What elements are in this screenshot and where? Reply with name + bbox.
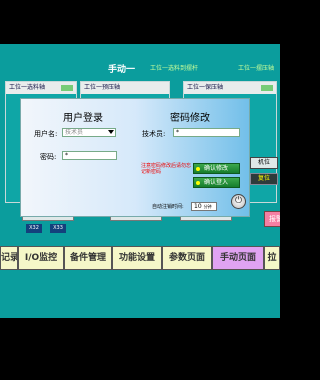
username-select[interactable]: 技术员 — [62, 128, 116, 137]
panel-label: 工位一预压轴 — [81, 82, 169, 94]
autologout-unit: 分钟 — [203, 204, 212, 209]
reset-button[interactable]: 复位 — [250, 173, 278, 185]
indicator-icon — [196, 181, 200, 185]
tab-function-settings[interactable]: 功能设置 — [112, 246, 162, 270]
tech-password-input[interactable]: * — [173, 128, 240, 137]
tab-records[interactable]: 记录 — [0, 246, 18, 270]
autologout-value: 10 — [194, 203, 202, 210]
tab-spare-parts[interactable]: 备件管理 — [64, 246, 112, 270]
indicator-icon — [196, 167, 200, 171]
chevron-down-icon — [108, 130, 114, 134]
alarm-button[interactable]: 报警 — [264, 211, 280, 227]
autologout-label: 自动注销时间: — [152, 204, 184, 210]
password-label: 密码: — [40, 153, 57, 161]
confirm-change-button[interactable]: 确认修改 — [193, 163, 240, 174]
username-label: 用户名: — [34, 130, 58, 138]
bottom-nav: 记录 I/O监控 备件管理 功能设置 参数页面 手动页面 拉 — [0, 246, 280, 270]
jog-button[interactable]: 机位 — [250, 157, 278, 169]
password-change-warning: 注意密码修改后请勿忘记新密码 — [141, 163, 192, 175]
confirm-login-label: 确认登入 — [204, 179, 229, 186]
login-title: 用户登录 — [63, 113, 103, 124]
login-dialog: 用户登录 密码修改 用户名: 技术员 技术员: * 密码: * 注意密码修改后请… — [20, 98, 250, 217]
io-tag-x33: X33 — [50, 224, 66, 233]
screen-subtitle-right: 工位一摆压轴 — [238, 65, 275, 72]
autologout-input[interactable]: 10 分钟 — [191, 202, 217, 211]
tab-more[interactable]: 拉 — [264, 246, 280, 270]
power-icon[interactable]: ⏻ — [231, 194, 246, 209]
username-selected: 技术员 — [65, 129, 84, 136]
screen-subtitle-left: 工位一选料到摆杆 — [150, 65, 199, 72]
tab-parameters[interactable]: 参数页面 — [162, 246, 212, 270]
confirm-login-button[interactable]: 确认登入 — [193, 177, 240, 188]
tech-label: 技术员: — [142, 130, 166, 138]
status-led — [61, 85, 73, 91]
tab-io-monitor[interactable]: I/O监控 — [18, 246, 64, 270]
confirm-change-label: 确认修改 — [204, 165, 229, 172]
password-input[interactable]: * — [62, 151, 117, 160]
screen-title: 手动一 — [108, 65, 136, 75]
io-tag-x32: X32 — [26, 224, 42, 233]
password-change-title: 密码修改 — [170, 113, 210, 124]
status-led — [261, 85, 273, 91]
tab-manual[interactable]: 手动页面 — [212, 246, 264, 270]
